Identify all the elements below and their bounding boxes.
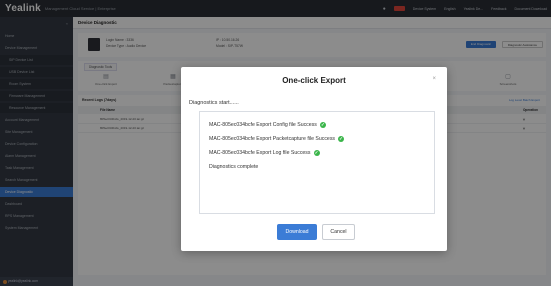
one-click-export-dialog: One-click Export × Diagnostics start....… [181,67,447,251]
result-text: MAC-805ec034bcfe Export Packetcapture fi… [209,136,336,142]
check-circle-icon: ✓ [338,136,345,142]
result-text: MAC-805ec034bcfe Export Config file Succ… [209,122,317,128]
download-button[interactable]: Download [277,224,317,240]
diagnostics-start-label: Diagnostics start...... [189,100,239,106]
check-circle-icon: ✓ [313,150,320,156]
result-line: Diagnostics complete [209,164,258,170]
result-text: Diagnostics complete [209,164,259,170]
result-line: MAC-805ec034bcfe Export Packetcapture fi… [209,136,345,142]
check-circle-icon: ✓ [319,122,326,128]
export-result-box: MAC-805ec034bcfe Export Config file Succ… [199,111,435,214]
result-line: MAC-805ec034bcfe Export Config file Succ… [209,122,326,128]
result-line: MAC-805ec034bcfe Export Log file Success… [209,150,320,156]
close-icon[interactable]: × [432,76,436,82]
dialog-title: One-click Export [282,76,346,85]
result-text: MAC-805ec034bcfe Export Log file Success [209,150,311,156]
cancel-button[interactable]: Cancel [322,224,355,240]
